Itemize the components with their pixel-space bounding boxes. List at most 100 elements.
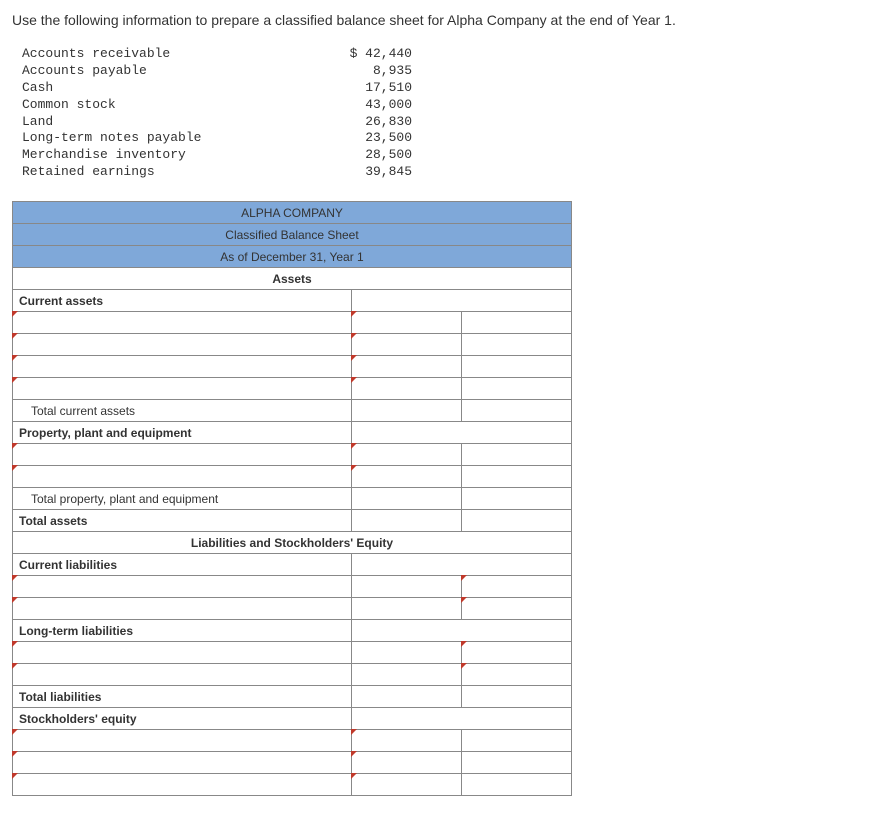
current-liabilities-label: Current liabilities — [13, 554, 352, 576]
empty-cell — [462, 334, 572, 356]
se-line-select[interactable] — [13, 774, 352, 796]
asset-amount-input[interactable] — [352, 378, 462, 400]
liab-amount-input[interactable] — [462, 598, 572, 620]
empty-cell — [462, 730, 572, 752]
dropdown-icon — [12, 575, 18, 581]
total-ppe-label: Total property, plant and equipment — [13, 488, 352, 510]
empty-cell — [462, 466, 572, 488]
ppe-amount-input[interactable] — [352, 444, 462, 466]
empty-cell — [352, 400, 462, 422]
balance-sheet-table: ALPHA COMPANY Classified Balance Sheet A… — [12, 201, 572, 796]
empty-cell — [462, 752, 572, 774]
dropdown-icon — [351, 443, 357, 449]
acct-label: Cash — [22, 80, 332, 97]
dropdown-icon — [12, 641, 18, 647]
asset-line-select[interactable] — [13, 356, 352, 378]
ltliab-line-select[interactable] — [13, 642, 352, 664]
empty-cell — [352, 686, 462, 708]
dropdown-icon — [12, 377, 18, 383]
dropdown-icon — [351, 311, 357, 317]
empty-cell — [352, 510, 462, 532]
dropdown-icon — [12, 597, 18, 603]
dropdown-icon — [12, 751, 18, 757]
current-assets-label: Current assets — [13, 290, 352, 312]
dropdown-icon — [351, 729, 357, 735]
ppe-line-select[interactable] — [13, 444, 352, 466]
sheet-title-date: As of December 31, Year 1 — [13, 246, 572, 268]
dropdown-icon — [461, 575, 467, 581]
dropdown-icon — [12, 443, 18, 449]
empty-cell — [462, 378, 572, 400]
empty-cell — [352, 290, 462, 312]
acct-label: Merchandise inventory — [22, 147, 332, 164]
empty-cell — [462, 708, 572, 730]
total-current-assets-value[interactable] — [462, 400, 572, 422]
dropdown-icon — [12, 355, 18, 361]
acct-label: Common stock — [22, 97, 332, 114]
dropdown-icon — [351, 751, 357, 757]
ltliab-amount-input[interactable] — [462, 642, 572, 664]
total-assets-value[interactable] — [462, 510, 572, 532]
asset-amount-input[interactable] — [352, 312, 462, 334]
asset-line-select[interactable] — [13, 312, 352, 334]
dropdown-icon — [461, 597, 467, 603]
acct-value: 17,510 — [332, 80, 412, 97]
acct-value: 26,830 — [332, 114, 412, 131]
ppe-line-select[interactable] — [13, 466, 352, 488]
se-amount-input[interactable] — [352, 774, 462, 796]
se-amount-input[interactable] — [352, 730, 462, 752]
ltliab-amount-input[interactable] — [462, 664, 572, 686]
dropdown-icon — [12, 333, 18, 339]
empty-cell — [462, 312, 572, 334]
ppe-amount-input[interactable] — [352, 466, 462, 488]
total-liabilities-value[interactable] — [462, 686, 572, 708]
sheet-title-type: Classified Balance Sheet — [13, 224, 572, 246]
liabilities-header: Liabilities and Stockholders' Equity — [13, 532, 572, 554]
empty-cell — [462, 554, 572, 576]
liab-amount-input[interactable] — [462, 576, 572, 598]
dropdown-icon — [351, 333, 357, 339]
acct-value: $ 42,440 — [332, 46, 412, 63]
acct-value: 8,935 — [332, 63, 412, 80]
assets-header: Assets — [13, 268, 572, 290]
total-current-assets-label: Total current assets — [13, 400, 352, 422]
empty-cell — [352, 620, 462, 642]
dropdown-icon — [351, 355, 357, 361]
acct-value: 43,000 — [332, 97, 412, 114]
asset-amount-input[interactable] — [352, 334, 462, 356]
dropdown-icon — [12, 311, 18, 317]
asset-amount-input[interactable] — [352, 356, 462, 378]
ppe-label: Property, plant and equipment — [13, 422, 352, 444]
asset-line-select[interactable] — [13, 334, 352, 356]
empty-cell — [462, 620, 572, 642]
stockholders-equity-label: Stockholders' equity — [13, 708, 352, 730]
asset-line-select[interactable] — [13, 378, 352, 400]
instruction-text: Use the following information to prepare… — [12, 12, 858, 28]
dropdown-icon — [12, 773, 18, 779]
acct-label: Retained earnings — [22, 164, 332, 181]
acct-value: 39,845 — [332, 164, 412, 181]
empty-cell — [462, 444, 572, 466]
given-accounts-table: Accounts receivable$ 42,440 Accounts pay… — [22, 46, 858, 181]
dropdown-icon — [351, 773, 357, 779]
empty-cell — [352, 598, 462, 620]
se-line-select[interactable] — [13, 752, 352, 774]
empty-cell — [462, 356, 572, 378]
acct-label: Land — [22, 114, 332, 131]
acct-label: Accounts receivable — [22, 46, 332, 63]
total-ppe-value[interactable] — [462, 488, 572, 510]
empty-cell — [352, 576, 462, 598]
se-amount-input[interactable] — [352, 752, 462, 774]
empty-cell — [352, 708, 462, 730]
liab-line-select[interactable] — [13, 598, 352, 620]
empty-cell — [352, 554, 462, 576]
dropdown-icon — [12, 663, 18, 669]
liab-line-select[interactable] — [13, 576, 352, 598]
dropdown-icon — [351, 465, 357, 471]
acct-value: 23,500 — [332, 130, 412, 147]
ltliab-line-select[interactable] — [13, 664, 352, 686]
dropdown-icon — [12, 465, 18, 471]
se-line-select[interactable] — [13, 730, 352, 752]
acct-value: 28,500 — [332, 147, 412, 164]
empty-cell — [462, 422, 572, 444]
